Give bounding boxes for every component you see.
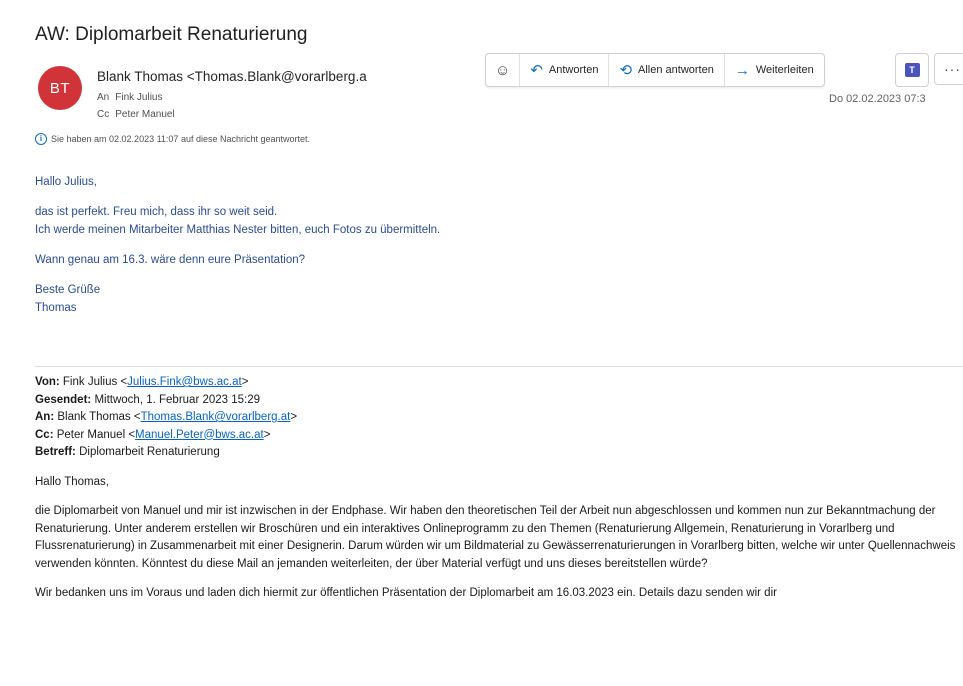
recipient-cc: Cc Peter Manuel <box>97 109 175 120</box>
message-date: Do 02.02.2023 07:3 <box>829 93 926 105</box>
quoted-cc: Cc: Peter Manuel <Manuel.Peter@bws.ac.at… <box>35 427 963 445</box>
reply-button[interactable]: ↶ Antworten <box>520 54 610 86</box>
quoted-cc-label: Cc: <box>35 428 54 441</box>
quoted-from: Von: Fink Julius <Julius.Fink@bws.ac.at> <box>35 374 963 392</box>
more-actions-button[interactable]: ··· <box>934 53 963 85</box>
to-recipient[interactable]: Fink Julius <box>115 92 162 103</box>
message-action-toolbar: ☺ ↶ Antworten ⟲ Allen antworten → Weiter… <box>485 53 825 87</box>
quoted-sent-label: Gesendet: <box>35 393 92 406</box>
forward-arrow-icon: → <box>734 61 750 79</box>
quoted-to-email-link[interactable]: Thomas.Blank@vorarlberg.at <box>141 411 291 423</box>
quoted-sent: Gesendet: Mittwoch, 1. Februar 2023 15:2… <box>35 392 963 410</box>
quoted-from-email-link[interactable]: Julius.Fink@bws.ac.at <box>127 376 242 388</box>
reply-arrow-icon: ↶ <box>530 62 543 79</box>
forward-label: Weiterleiten <box>755 64 814 76</box>
quoted-to: An: Blank Thomas <Thomas.Blank@vorarlber… <box>35 409 963 427</box>
quoted-to-close: > <box>290 411 298 423</box>
email-subject: AW: Diplomarbeit Renaturierung <box>35 24 308 45</box>
info-icon: i <box>35 133 47 145</box>
emoji-reaction-button[interactable]: ☺ <box>486 54 521 86</box>
forward-button[interactable]: → Weiterleiten <box>725 54 824 86</box>
reply-all-arrow-icon: ⟲ <box>619 62 633 79</box>
reply-greeting: Hallo Julius, <box>35 176 97 188</box>
cc-label: Cc <box>97 109 110 120</box>
teams-button[interactable]: T <box>895 53 929 87</box>
reply-line-1: das ist perfekt. Freu mich, dass ihr so … <box>35 206 278 218</box>
replied-info-text: Sie haben am 02.02.2023 11:07 auf diese … <box>51 134 311 144</box>
reply-body: Hallo Julius, das ist perfekt. Freu mich… <box>35 173 440 317</box>
emoji-icon: ☺ <box>495 61 511 79</box>
reply-question: Wann genau am 16.3. wäre denn eure Präse… <box>35 254 306 266</box>
quoted-from-close: > <box>241 376 249 388</box>
quoted-to-label: An: <box>35 411 55 423</box>
replied-info-bar: i Sie haben am 02.02.2023 11:07 auf dies… <box>35 133 310 145</box>
quote-divider <box>35 366 963 367</box>
recipient-to: An Fink Julius <box>97 92 162 103</box>
quoted-subject-label: Betreff: <box>35 446 76 458</box>
sender-name[interactable]: Blank Thomas <Thomas.Blank@vorarlberg.a <box>97 69 390 84</box>
quoted-cc-name: Peter Manuel < <box>56 428 136 441</box>
more-icon: ··· <box>944 61 961 77</box>
quoted-sent-value: Mittwoch, 1. Februar 2023 15:29 <box>94 393 261 406</box>
quoted-greeting: Hallo Thomas, <box>35 475 109 488</box>
quoted-cc-email-link[interactable]: Manuel.Peter@bws.ac.at <box>135 429 264 441</box>
quoted-cc-close: > <box>263 428 271 441</box>
teams-icon: T <box>904 63 920 77</box>
quoted-subject-value: Diplomarbeit Renaturierung <box>79 446 220 458</box>
quoted-paragraph-1: die Diplomarbeit von Manuel und mir ist … <box>35 505 956 570</box>
reply-all-button[interactable]: ⟲ Allen antworten <box>609 54 725 86</box>
quoted-to-name: Blank Thomas < <box>57 411 141 423</box>
reply-all-label: Allen antworten <box>638 64 714 76</box>
quoted-message: Von: Fink Julius <Julius.Fink@bws.ac.at>… <box>35 374 963 603</box>
cc-recipient[interactable]: Peter Manuel <box>115 109 174 120</box>
reply-signature: Thomas <box>35 302 77 314</box>
sender-avatar[interactable]: BT <box>38 66 82 110</box>
reply-label: Antworten <box>548 64 599 76</box>
quoted-from-name: Fink Julius < <box>62 376 128 388</box>
quoted-paragraph-2: Wir bedanken uns im Voraus und laden dic… <box>35 587 777 599</box>
reply-line-2: Ich werde meinen Mitarbeiter Matthias Ne… <box>35 224 441 236</box>
quoted-from-label: Von: <box>35 376 60 388</box>
reply-closing: Beste Grüße <box>35 284 101 296</box>
quoted-subject: Betreff: Diplomarbeit Renaturierung <box>35 444 963 462</box>
to-label: An <box>97 92 110 103</box>
